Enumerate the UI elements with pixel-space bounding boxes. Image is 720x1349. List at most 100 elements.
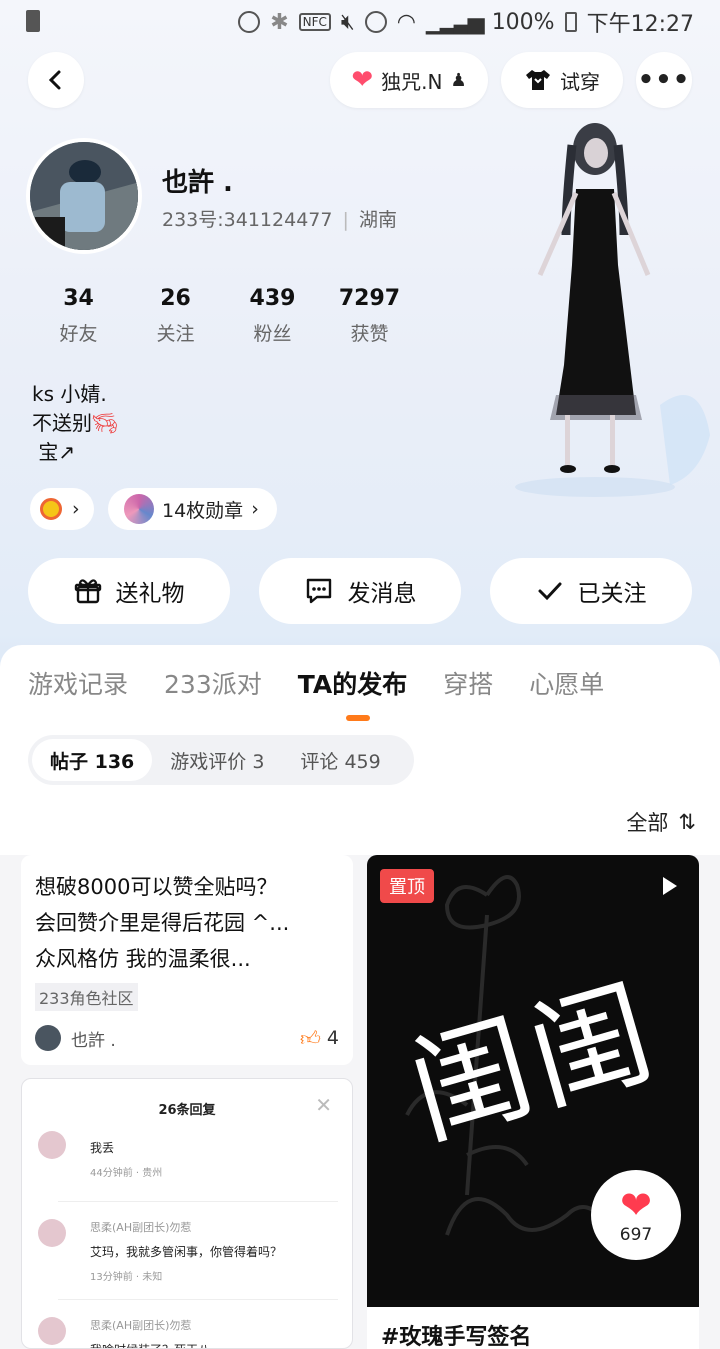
back-button[interactable] — [28, 52, 84, 108]
shrimp-icon: 🦐︎ — [92, 411, 118, 435]
send-message-label: 发消息 — [347, 581, 417, 607]
clock: 下午12:27 — [586, 12, 694, 37]
comment-user: 思柔(AH副团长)勿惹 — [90, 1221, 192, 1234]
following-button[interactable]: 已关注 — [490, 558, 692, 624]
avatar-3d-character — [515, 123, 710, 497]
chat-bubble-icon — [306, 578, 331, 604]
stat-label: 获赞 — [350, 323, 389, 345]
stat-fans[interactable]: 439 粉丝 — [224, 286, 321, 346]
sort-label: 全部 — [626, 811, 669, 835]
more-button[interactable]: ••• — [636, 52, 692, 108]
subtab-game-reviews[interactable]: 游戏评价 3 — [152, 739, 282, 781]
badges-label: 14枚勋章 — [162, 499, 244, 522]
sort-icon: ⇅ — [678, 810, 696, 834]
post-text-line: 会回赞介里是得后花园 ^... — [35, 911, 290, 935]
send-gift-button[interactable]: 送礼物 — [28, 558, 230, 624]
more-dots-icon: ••• — [637, 65, 691, 95]
like-count: 4 — [326, 1027, 339, 1049]
try-on-button[interactable]: 试穿 — [501, 52, 623, 108]
comment-avatar — [38, 1219, 66, 1247]
stat-value: 439 — [249, 286, 296, 311]
profile-tabs: 游戏记录 233派对 TA的发布 穿搭 心愿单 — [28, 665, 604, 701]
wifi-icon: ◠ — [396, 9, 416, 35]
bio-line-wrap: 不送别🦐︎ — [32, 409, 117, 438]
alarm-icon — [364, 11, 387, 33]
tab-posts[interactable]: TA的发布 — [298, 665, 407, 701]
like-count: 697 — [619, 1225, 653, 1245]
profile-region: 湖南 — [358, 209, 397, 231]
badges-chip[interactable]: 14枚勋章 › — [108, 488, 277, 530]
close-icon: ✕ — [315, 1093, 332, 1117]
stat-value: 7297 — [338, 286, 401, 311]
comment-avatar — [38, 1131, 66, 1159]
status-bar: ✱ NFC 🔇︎ ◠ ▁▂▃▅ 100% 下午12:27 — [0, 0, 720, 44]
post-text-line: 想破8000可以赞全贴吗？ — [35, 875, 278, 899]
reply-count: 26条回复 — [158, 1103, 216, 1118]
post-card[interactable]: 想破8000可以赞全贴吗？ 会回赞介里是得后花园 ^... 众风格仿 我的温柔很… — [21, 855, 353, 1065]
following-label: 已关注 — [577, 581, 647, 607]
sort-button[interactable]: 全部 ⇅ — [626, 807, 696, 837]
battery-percent: 100% — [491, 9, 555, 35]
data-saver-icon — [238, 11, 261, 33]
avatar[interactable] — [26, 138, 142, 254]
stat-friends[interactable]: 34 好友 — [30, 286, 127, 346]
like-bubble-button[interactable]: ❤ 697 — [591, 1170, 681, 1260]
post-subtabs: 帖子 136 游戏评价 3 评论 459 — [28, 735, 414, 785]
mute-icon: 🔇︎ — [340, 9, 355, 35]
profile-stats: 34 好友 26 关注 439 粉丝 7297 获赞 — [30, 286, 418, 346]
stat-value: 26 — [160, 286, 191, 311]
bluetooth-icon: ✱ — [270, 9, 289, 35]
like-button[interactable]: 👍︎ 4 — [300, 1026, 339, 1051]
gift-icon — [74, 579, 101, 604]
bio-line: 不送别 — [32, 411, 92, 435]
stat-likes[interactable]: 7297 获赞 — [321, 286, 418, 346]
tab-233-party[interactable]: 233派对 — [164, 665, 262, 701]
title-badge-label: 独咒.N — [381, 69, 443, 94]
heart-icon: ❤ — [351, 65, 374, 95]
comment-time: 13分钟前 · 未知 — [90, 1272, 163, 1283]
stat-label: 粉丝 — [253, 323, 292, 345]
sim-icon — [26, 10, 40, 32]
tab-wishlist[interactable]: 心愿单 — [529, 665, 604, 701]
divider — [58, 1201, 338, 1202]
post-tag[interactable]: 233角色社区 — [35, 983, 138, 1011]
try-on-label: 试穿 — [560, 69, 600, 94]
check-icon — [538, 582, 561, 601]
stat-label: 关注 — [156, 323, 195, 345]
stat-label: 好友 — [59, 323, 98, 345]
heart-icon: ❤ — [620, 1183, 652, 1227]
weibo-icon — [40, 498, 62, 520]
send-message-button[interactable]: 发消息 — [259, 558, 461, 624]
comment-text: 我啥时候装了？死干八 — [90, 1341, 340, 1348]
comment-time: 44分钟前 · 贵州 — [90, 1168, 163, 1179]
weibo-chip[interactable]: › — [30, 488, 94, 530]
post-meta: 也許 . 👍︎ 4 — [35, 1025, 339, 1051]
post-author: 也許 . — [71, 1030, 116, 1051]
battery-icon — [564, 12, 577, 32]
comment-user: 思柔(AH副团长)勿惹 — [90, 1319, 192, 1332]
tab-outfits[interactable]: 穿搭 — [443, 665, 493, 701]
title-badge-button[interactable]: ❤ 独咒.N ♟ — [330, 52, 488, 108]
comment-text: 艾玛，我就多管闲事，你管得着吗？ — [90, 1245, 283, 1259]
post-text-line: 众风格仿 我的温柔很... — [35, 947, 251, 971]
send-gift-label: 送礼物 — [115, 581, 185, 607]
medal-icon — [124, 494, 154, 524]
comment-screenshot-card[interactable]: 26条回复 ✕ 我丢 44分钟前 · 贵州 思柔(AH副团长)勿惹 艾玛，我就多… — [21, 1078, 353, 1349]
nfc-icon: NFC — [298, 13, 331, 31]
stat-value: 34 — [63, 286, 94, 311]
stat-following[interactable]: 26 关注 — [127, 286, 224, 346]
chevron-right-icon: › — [251, 498, 259, 520]
subtab-posts[interactable]: 帖子 136 — [32, 739, 153, 781]
tab-game-records[interactable]: 游戏记录 — [28, 665, 128, 701]
shirt-icon — [526, 70, 550, 90]
comment-avatar — [38, 1317, 66, 1345]
subtab-comments[interactable]: 评论 459 — [282, 739, 398, 781]
chess-pawn-icon: ♟ — [450, 69, 467, 91]
bio-line: ks 小婧. — [32, 382, 107, 406]
profile-uid-line: 233号:341124477 | 湖南 — [162, 205, 397, 232]
bio-line: 宝↗ — [32, 440, 76, 464]
chevron-right-icon: › — [72, 498, 80, 520]
thumbs-up-icon: 👍︎ — [300, 1025, 321, 1050]
divider: | — [342, 209, 349, 231]
divider — [58, 1299, 338, 1300]
